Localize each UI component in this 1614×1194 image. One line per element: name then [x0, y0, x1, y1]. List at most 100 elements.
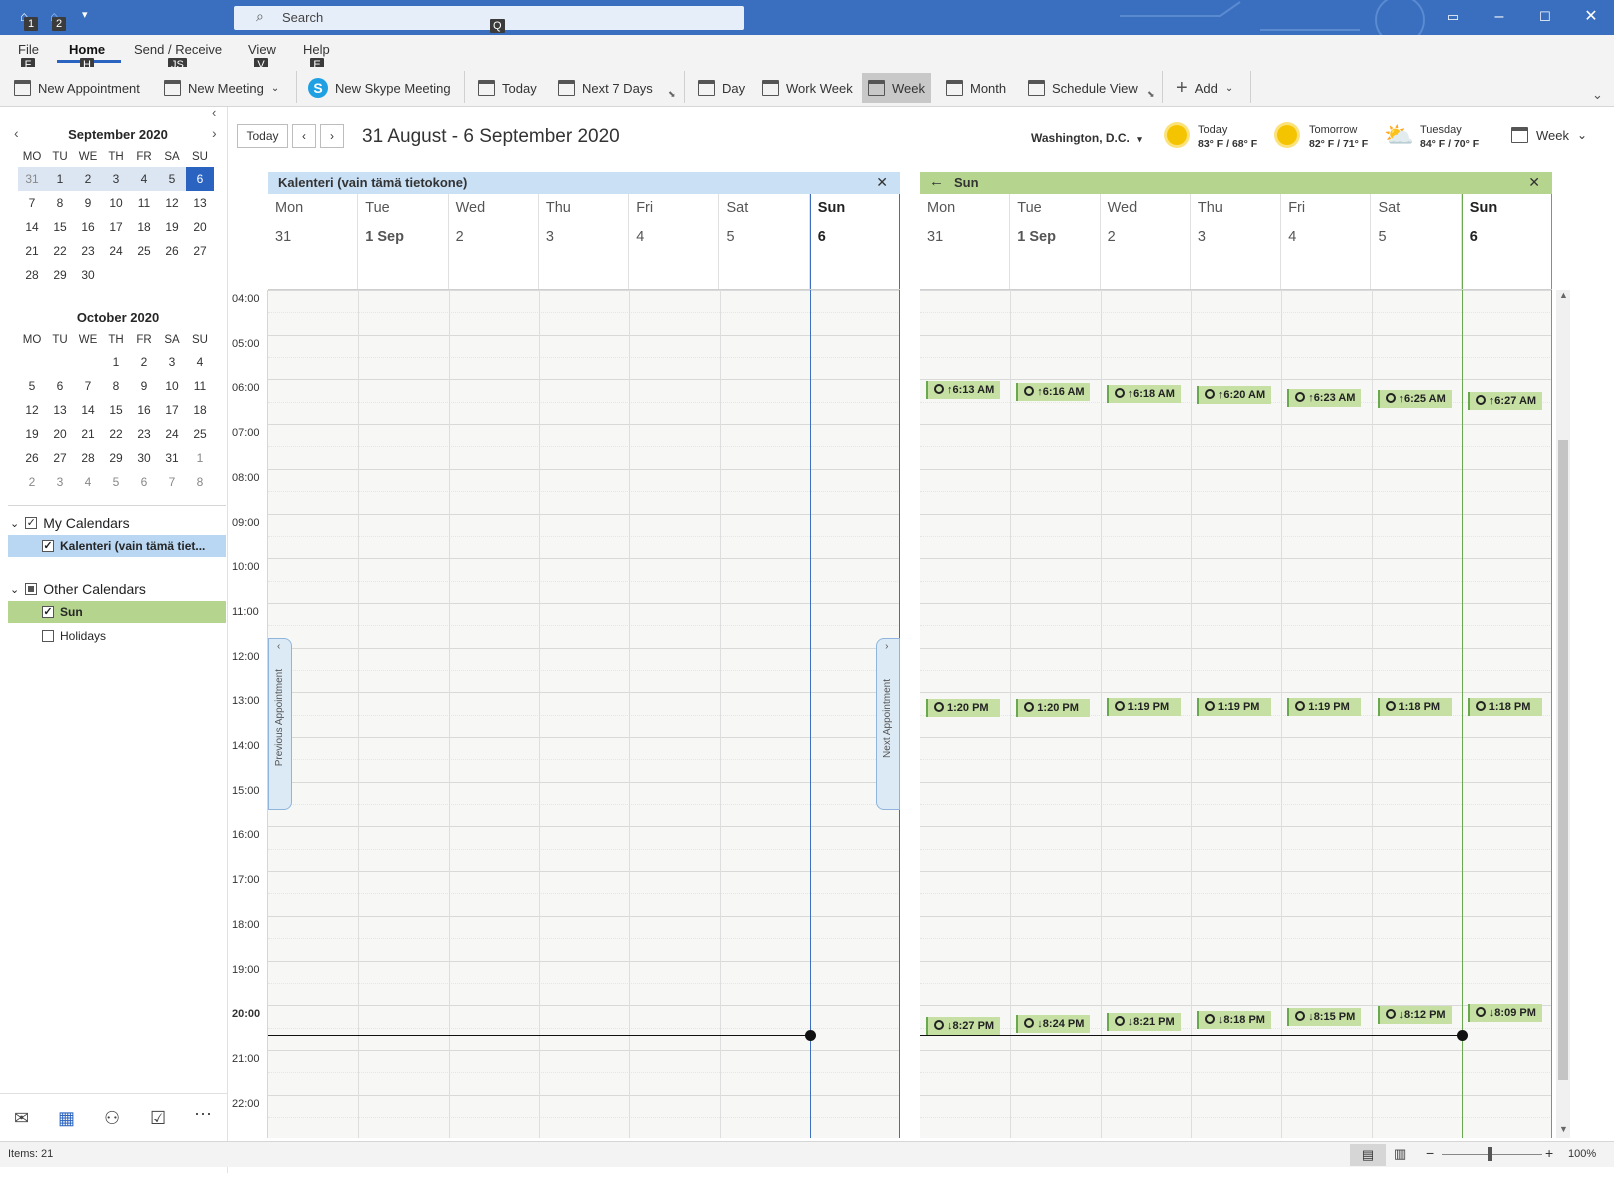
close-button[interactable]: ✕	[1568, 0, 1614, 35]
search-box[interactable]: ⌕ Search	[234, 6, 744, 30]
mini-calendar-day[interactable]: 11	[186, 374, 214, 398]
day-header-tue[interactable]: Tue 1 Sep	[1010, 194, 1101, 290]
sun-event-sunset[interactable]: ↓8:09 PM	[1467, 1003, 1542, 1022]
tab-home[interactable]: Home	[69, 42, 105, 57]
mini-calendar-day[interactable]: 2	[130, 350, 158, 374]
zoom-out-icon[interactable]: −	[1426, 1145, 1434, 1161]
sun-event-sunset[interactable]: ↓8:18 PM	[1196, 1010, 1271, 1029]
mini-calendar-day[interactable]: 9	[74, 191, 102, 215]
previous-appointment-tab[interactable]: Previous Appointment ‹	[268, 637, 292, 810]
mini-calendar-day[interactable]: 29	[46, 263, 74, 287]
next-7-days-button[interactable]: Next 7 Days	[552, 73, 659, 103]
mini-calendar-day[interactable]: 23	[130, 422, 158, 446]
mini-calendar-day[interactable]: 31	[158, 446, 186, 470]
day-header-mon[interactable]: Mon 31	[920, 194, 1011, 290]
mini-calendar-day[interactable]: 15	[102, 398, 130, 422]
holidays-checkbox[interactable]	[42, 630, 54, 642]
mini-calendar-day[interactable]: 24	[102, 239, 130, 263]
sun-event-sunrise[interactable]: ↑6:13 AM	[926, 381, 1000, 400]
day-header-mon[interactable]: Mon 31	[268, 194, 359, 290]
mini-calendar-day[interactable]: 6	[130, 470, 158, 494]
day-header-wed[interactable]: Wed 2	[1100, 194, 1191, 290]
mini-calendar-day[interactable]: 15	[46, 215, 74, 239]
mini-calendar-day[interactable]: 6	[46, 374, 74, 398]
calendar-item-sun[interactable]: ✓ Sun	[8, 601, 226, 623]
scroll-up-icon[interactable]: ▲	[1559, 290, 1568, 300]
work-week-view-button[interactable]: Work Week	[756, 73, 859, 103]
mini-calendar-day[interactable]: 16	[130, 398, 158, 422]
add-calendar-button[interactable]: + Add ⌄	[1170, 73, 1239, 103]
week-view-button[interactable]: Week	[862, 73, 931, 103]
people-icon[interactable]: ⚇	[104, 1108, 120, 1129]
mini-calendar-day[interactable]: 29	[102, 446, 130, 470]
calendar-item-kalenteri[interactable]: ✓ Kalenteri (vain tämä tiet...	[8, 535, 226, 557]
day-header-sun[interactable]: Sun 6	[809, 194, 901, 290]
dialog-launcher-icon[interactable]: ⬊	[1147, 89, 1155, 100]
sun-event-noon[interactable]: 1:19 PM	[1196, 698, 1271, 717]
zoom-slider-thumb[interactable]	[1488, 1147, 1492, 1161]
mini-calendar-day[interactable]: 19	[158, 215, 186, 239]
ribbon-display-icon[interactable]: ▭	[1430, 0, 1476, 35]
mini-calendar-day[interactable]: 13	[186, 191, 214, 215]
new-skype-meeting-button[interactable]: S New Skype Meeting	[302, 73, 457, 103]
customize-qat-icon[interactable]: ▾	[82, 8, 88, 21]
mini-calendar-day[interactable]: 5	[102, 470, 130, 494]
mini-calendar-day[interactable]: 7	[74, 374, 102, 398]
schedule-view-button[interactable]: Schedule View	[1022, 73, 1144, 103]
calendar-item-holidays[interactable]: Holidays	[8, 625, 226, 647]
normal-view-icon[interactable]: ▤	[1350, 1144, 1386, 1166]
new-meeting-button[interactable]: New Meeting ⌄	[158, 73, 285, 103]
mini-calendar-day[interactable]: 28	[18, 263, 46, 287]
close-icon[interactable]: ✕	[1528, 174, 1540, 191]
mini-calendar-day[interactable]: 21	[74, 422, 102, 446]
day-header-tue[interactable]: Tue 1 Sep	[358, 194, 449, 290]
mini-calendar-day[interactable]: 22	[102, 422, 130, 446]
new-appointment-button[interactable]: New Appointment	[8, 73, 146, 103]
mail-icon[interactable]: ✉	[14, 1108, 29, 1129]
other-calendars-checkbox[interactable]	[25, 583, 38, 595]
time-grid[interactable]: Previous Appointment ‹ Next Appointment ›	[268, 290, 901, 1138]
day-header-fri[interactable]: Fri 4	[629, 194, 720, 290]
mini-calendar-day[interactable]: 2	[18, 470, 46, 494]
day-header-sun[interactable]: Sun 6	[1461, 194, 1553, 290]
mini-calendar-day[interactable]: 30	[74, 263, 102, 287]
reading-view-icon[interactable]: ▥	[1394, 1146, 1406, 1162]
mini-calendar-day[interactable]: 10	[158, 374, 186, 398]
mini-calendar-day[interactable]: 12	[158, 191, 186, 215]
mini-calendar-day[interactable]: 25	[130, 239, 158, 263]
sun-event-sunrise[interactable]: ↑6:25 AM	[1377, 390, 1452, 409]
sun-event-sunset[interactable]: ↓8:15 PM	[1287, 1008, 1362, 1027]
sun-event-sunrise[interactable]: ↑6:20 AM	[1196, 386, 1271, 405]
sun-event-sunset[interactable]: ↓8:24 PM	[1016, 1015, 1091, 1034]
mini-calendar-day[interactable]: 20	[46, 422, 74, 446]
mini-calendar-day[interactable]: 17	[158, 398, 186, 422]
day-header-thu[interactable]: Thu 3	[1190, 194, 1282, 290]
vertical-scrollbar[interactable]: ▲ ▼	[1556, 290, 1570, 1138]
sun-event-sunrise[interactable]: ↑6:27 AM	[1467, 391, 1542, 410]
mini-calendar-day[interactable]: 27	[186, 239, 214, 263]
day-header-sat[interactable]: Sat 5	[719, 194, 810, 290]
minimize-pane-icon[interactable]: ‹	[212, 105, 216, 120]
mini-calendar-day[interactable]: 18	[186, 398, 214, 422]
sun-event-sunrise[interactable]: ↑6:18 AM	[1106, 384, 1181, 403]
scrollbar-thumb[interactable]	[1558, 440, 1568, 1080]
sun-event-sunset[interactable]: ↓8:21 PM	[1106, 1012, 1181, 1031]
mini-calendar-day[interactable]: 6	[186, 167, 214, 191]
mini-calendar-day[interactable]: 1	[46, 167, 74, 191]
sun-event-sunrise[interactable]: ↑6:16 AM	[1016, 383, 1091, 402]
today-button[interactable]: Today	[472, 73, 543, 103]
day-header-wed[interactable]: Wed 2	[448, 194, 539, 290]
mini-calendar-day[interactable]: 28	[74, 446, 102, 470]
tab-file[interactable]: File	[18, 42, 39, 57]
close-icon[interactable]: ✕	[876, 174, 888, 191]
sun-event-sunset[interactable]: ↓8:27 PM	[926, 1017, 1000, 1036]
day-header-thu[interactable]: Thu 3	[538, 194, 630, 290]
mini-calendar-day[interactable]: 8	[46, 191, 74, 215]
zoom-slider[interactable]	[1442, 1154, 1542, 1155]
minimize-button[interactable]: –	[1476, 0, 1522, 35]
mini-calendar-day[interactable]: 12	[18, 398, 46, 422]
time-grid[interactable]: ↑6:13 AM ↑6:16 AM ↑6:18 AM ↑6:20 AM ↑6:23 AM…	[920, 290, 1553, 1138]
month-view-button[interactable]: Month	[940, 73, 1012, 103]
tab-send-receive[interactable]: Send / Receive	[134, 42, 222, 57]
mini-calendar-day[interactable]: 21	[18, 239, 46, 263]
